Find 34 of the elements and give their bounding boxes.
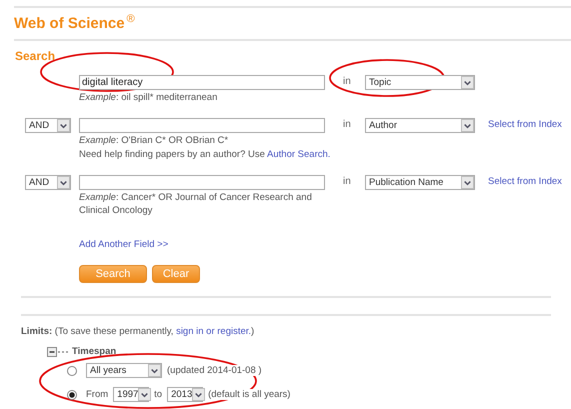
help-text: Need help finding papers by an author? Use Author Search. xyxy=(79,148,330,161)
section-heading: Search xyxy=(15,49,56,63)
from-label: From xyxy=(86,389,108,400)
index-link[interactable]: Select from Index xyxy=(488,176,562,187)
dropdown[interactable]: Publication Name xyxy=(365,175,475,190)
example-text: Example: Cancer* OR Journal of Cancer Research and Clinical Oncology xyxy=(79,191,313,217)
add-field-link[interactable]: Add Another Field >> xyxy=(79,239,168,250)
timespan-label: Timespan xyxy=(72,346,116,357)
dropdown[interactable]: All years xyxy=(86,363,162,378)
search-field[interactable] xyxy=(79,118,325,133)
collapse-icon[interactable] xyxy=(47,346,69,356)
example-text: Example: O'Brian C* OR OBrian C* xyxy=(79,134,228,147)
dropdown[interactable]: AND xyxy=(25,175,71,190)
author-search-link[interactable]: Author Search. xyxy=(267,149,330,160)
dropdown[interactable]: AND xyxy=(25,118,71,133)
radio-button[interactable] xyxy=(67,366,77,376)
site-title: Web of Science$^{®}$ xyxy=(14,15,135,34)
dropdown[interactable]: Topic xyxy=(365,75,475,90)
in-label: in xyxy=(342,75,352,87)
in-label: in xyxy=(342,175,352,187)
limits-text: Limits: (To save these permanently, sign in or register.) xyxy=(21,326,254,337)
dropdown[interactable]: 2013 xyxy=(167,387,204,402)
radio-button[interactable] xyxy=(67,390,77,400)
index-link[interactable]: Select from Index xyxy=(488,119,562,130)
timespan-note: (updated 2014-01-08 ) xyxy=(167,365,262,376)
search-field[interactable] xyxy=(79,175,325,190)
example-text: Example: oil spill* mediterranean xyxy=(79,91,218,104)
timespan-note: (default is all years) xyxy=(208,389,290,400)
sign-in-link[interactable]: sign in or register. xyxy=(176,326,252,337)
dropdown[interactable]: Author xyxy=(365,118,475,133)
dropdown[interactable]: 1997 xyxy=(113,387,150,402)
in-label: in xyxy=(342,118,352,130)
to-label: to xyxy=(154,389,162,400)
search-field[interactable]: digital literacy xyxy=(79,75,325,90)
